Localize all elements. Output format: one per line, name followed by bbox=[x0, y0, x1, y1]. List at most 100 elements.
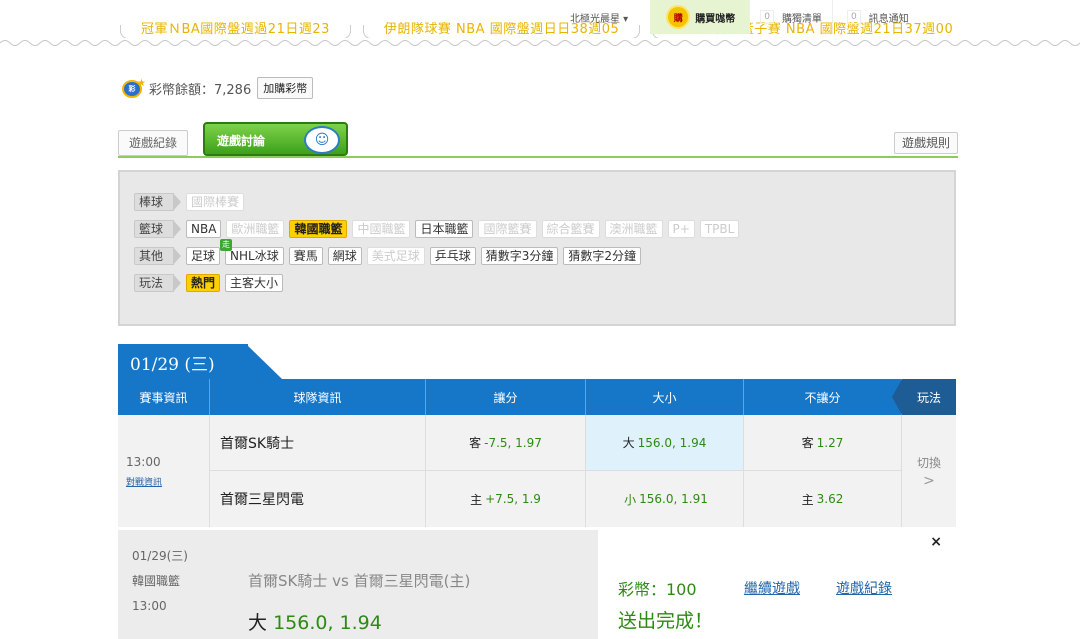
continue-game-link[interactable]: 繼續遊戲 bbox=[744, 578, 800, 598]
chip-nhl[interactable]: 走 NHL冰球 bbox=[220, 239, 284, 265]
date-tab-label: 01/29 (三) bbox=[118, 344, 248, 379]
balance-text: 彩幣餘額：7,286 bbox=[149, 82, 252, 98]
bet-league: 韓國職籃 bbox=[132, 574, 181, 588]
cart-count-badge: 0 bbox=[760, 10, 774, 24]
notice-count-badge: 0 bbox=[846, 10, 861, 24]
over-under-column: 大 156.0, 1.94 小 156.0, 1.91 bbox=[586, 415, 744, 527]
nav-divider bbox=[831, 0, 833, 34]
chip-euro-league[interactable]: 歐洲職籃 bbox=[226, 220, 285, 238]
chip-nhl-label: NHL冰球 bbox=[230, 249, 279, 263]
header-team-info: 球隊資訊 bbox=[210, 379, 426, 415]
zigzag-divider bbox=[0, 40, 1080, 46]
chip-japan-league[interactable]: 日本職籃 bbox=[415, 220, 474, 238]
live-flag-icon: 走 bbox=[220, 239, 233, 251]
chip-soccer[interactable]: 足球 bbox=[186, 247, 221, 265]
chip-intl-basketball[interactable]: 國際籃賽 bbox=[478, 220, 537, 238]
away-team-name: 首爾SK騎士 bbox=[210, 415, 426, 471]
header-play-type[interactable]: 玩法 bbox=[892, 379, 956, 415]
filter-row-playtype: 玩法 熱門 主客大小 bbox=[134, 271, 954, 295]
tab-underline bbox=[118, 156, 958, 158]
notice-link[interactable]: 0 訊息通知 bbox=[837, 0, 919, 34]
chip-nba[interactable]: NBA bbox=[186, 220, 222, 238]
filter-row-baseball: 棒球 國際棒賽 bbox=[134, 190, 954, 214]
chip-guess-3min[interactable]: 猜數字3分鐘 bbox=[480, 247, 559, 265]
chip-korea-league[interactable]: 韓國職籃 bbox=[289, 220, 348, 238]
header-event-info: 賽事資訊 bbox=[118, 379, 210, 415]
game-rules-button[interactable]: 遊戲規則 bbox=[894, 132, 958, 154]
add-coins-button[interactable]: 加購彩幣 bbox=[257, 77, 314, 99]
home-team-name: 首爾三星閃電 bbox=[210, 471, 426, 527]
cart-link[interactable]: 0 購獨清單 bbox=[750, 0, 832, 34]
close-icon[interactable]: × bbox=[930, 534, 942, 550]
bet-confirmation-panel: 01/29(三) 韓國職籃 13:00 首爾SK騎士 vs 首爾三星閃電(主) … bbox=[118, 530, 956, 639]
away-moneyline-odds[interactable]: 客 1.27 bbox=[744, 415, 902, 471]
spread-column: 客 -7.5, 1.97 主 +7.5, 1.9 bbox=[426, 415, 586, 527]
odds-table-header: 賽事資訊 球隊資訊 讓分 大小 不讓分 玩法 bbox=[118, 379, 956, 415]
bet-coins: 彩幣：100 bbox=[618, 580, 697, 599]
event-info-cell: 13:00 對戰資訊 bbox=[118, 415, 210, 527]
top-nav: 北極光晨星 ▾ 購 購買哤幣 0 購獨清單 0 訊息通知 bbox=[560, 0, 919, 34]
moneyline-column: 客 1.27 主 3.62 bbox=[744, 415, 902, 527]
over-odds[interactable]: 大 156.0, 1.94 bbox=[586, 415, 744, 471]
notice-label: 訊息通知 bbox=[868, 13, 909, 25]
filter-row-other: 其他 足球 走 NHL冰球 賽馬 網球 美式足球 乒乓球 猜數字3分鐘 猜數字2… bbox=[134, 239, 954, 268]
cart-label: 購獨清單 bbox=[781, 13, 822, 25]
filter-row-label: 籃球 bbox=[134, 220, 181, 238]
home-moneyline-odds[interactable]: 主 3.62 bbox=[744, 471, 902, 527]
coin-badge-icon: 購 bbox=[666, 5, 691, 29]
filter-row-basketball: 籃球 NBA 歐洲職籃 韓國職籃 中國職籃 日本職籃 國際籃賽 綜合籃賽 澳洲職… bbox=[134, 217, 954, 241]
matchup-info-link[interactable]: 對戰資訊 bbox=[126, 475, 209, 488]
home-spread-odds[interactable]: 主 +7.5, 1.9 bbox=[426, 471, 586, 527]
chevron-right-icon: > bbox=[923, 472, 935, 489]
date-tab[interactable]: 01/29 (三) bbox=[118, 344, 282, 379]
header-spread: 讓分 bbox=[426, 379, 586, 415]
submit-complete-text: 送出完成！ bbox=[618, 610, 714, 632]
chip-australia-league[interactable]: 澳洲職籃 bbox=[604, 220, 663, 238]
header-moneyline: 不讓分 bbox=[744, 379, 902, 415]
coin-icon: 彩 ★ bbox=[122, 78, 146, 98]
chip-home-away-ou[interactable]: 主客大小 bbox=[225, 274, 284, 292]
chip-mixed-basketball[interactable]: 綜合籃賽 bbox=[541, 220, 600, 238]
chip-guess-2min[interactable]: 猜數字2分鐘 bbox=[563, 247, 642, 265]
bet-result: 彩幣：100 送出完成！ 繼續遊戲 遊戲紀錄 × bbox=[598, 530, 956, 639]
buy-coins-label: 購買哤幣 bbox=[695, 13, 736, 25]
buy-coins-button[interactable]: 購 購買哤幣 bbox=[650, 0, 750, 34]
top-bar: 冠軍ＮBA國際盤週過21日週23 伊朗隊球賽 NBA 國際盤週日日38週05 運動分… bbox=[0, 0, 1080, 46]
chip-tpbl[interactable]: TPBL bbox=[699, 220, 740, 238]
odds-table: 賽事資訊 球隊資訊 讓分 大小 不讓分 玩法 13:00 對戰資訊 首爾SK騎士… bbox=[118, 379, 956, 527]
filter-row-label: 棒球 bbox=[134, 193, 181, 211]
chip-china-league[interactable]: 中國職籃 bbox=[352, 220, 411, 238]
filter-row-label: 其他 bbox=[134, 247, 181, 265]
chip-intl-baseball[interactable]: 國際棒賽 bbox=[186, 193, 245, 211]
game-time: 13:00 bbox=[126, 455, 161, 469]
switch-label: 切換 bbox=[916, 455, 941, 470]
tab-game-record[interactable]: 遊戲紀錄 bbox=[118, 130, 188, 156]
bet-summary: 01/29(三) 韓國職籃 13:00 首爾SK騎士 vs 首爾三星閃電(主) … bbox=[118, 530, 598, 639]
under-odds[interactable]: 小 156.0, 1.91 bbox=[586, 471, 744, 527]
chip-tennis[interactable]: 網球 bbox=[327, 247, 362, 265]
table-row: 13:00 對戰資訊 首爾SK騎士 首爾三星閃電 客 -7.5, 1.97 主 +7… bbox=[118, 415, 956, 527]
switch-button[interactable]: 切換 > bbox=[902, 415, 956, 527]
chip-table-tennis[interactable]: 乒乓球 bbox=[429, 247, 476, 265]
chip-american-football[interactable]: 美式足球 bbox=[366, 247, 425, 265]
region-dropdown[interactable]: 北極光晨星 ▾ bbox=[560, 0, 638, 34]
bet-meta: 01/29(三) 韓國職籃 13:00 bbox=[132, 544, 188, 619]
bet-selection: 大 156.0, 1.94 bbox=[248, 612, 382, 634]
bet-matchup: 首爾SK騎士 vs 首爾三星閃電(主) bbox=[248, 572, 471, 590]
filter-row-label: 玩法 bbox=[134, 274, 181, 292]
header-over-under: 大小 bbox=[586, 379, 744, 415]
game-tabs: 遊戲紀錄 遊戲討論 ☺ 遊戲規則 bbox=[118, 122, 958, 170]
away-spread-odds[interactable]: 客 -7.5, 1.97 bbox=[426, 415, 586, 471]
teams-column: 首爾SK騎士 首爾三星閃電 bbox=[210, 415, 426, 527]
tab-game-discussion-label: 遊戲討論 bbox=[217, 134, 266, 148]
marquee-item[interactable]: 冠軍ＮBA國際盤週過21日週23 bbox=[120, 23, 351, 38]
bet-date: 01/29(三) bbox=[132, 549, 188, 563]
chip-p-plus[interactable]: P+ bbox=[667, 220, 695, 238]
game-record-link[interactable]: 遊戲紀錄 bbox=[836, 578, 892, 598]
coin-balance: 彩 ★ 彩幣餘額：7,286 加購彩幣 bbox=[122, 77, 314, 99]
chip-popular[interactable]: 熱門 bbox=[186, 274, 221, 292]
bet-time: 13:00 bbox=[132, 599, 167, 613]
sport-filter-panel: 棒球 國際棒賽 籃球 NBA 歐洲職籃 韓國職籃 中國職籃 日本職籃 國際籃賽 … bbox=[118, 170, 956, 326]
chip-horse-racing[interactable]: 賽馬 bbox=[288, 247, 323, 265]
tab-game-discussion[interactable]: 遊戲討論 ☺ bbox=[203, 122, 348, 156]
